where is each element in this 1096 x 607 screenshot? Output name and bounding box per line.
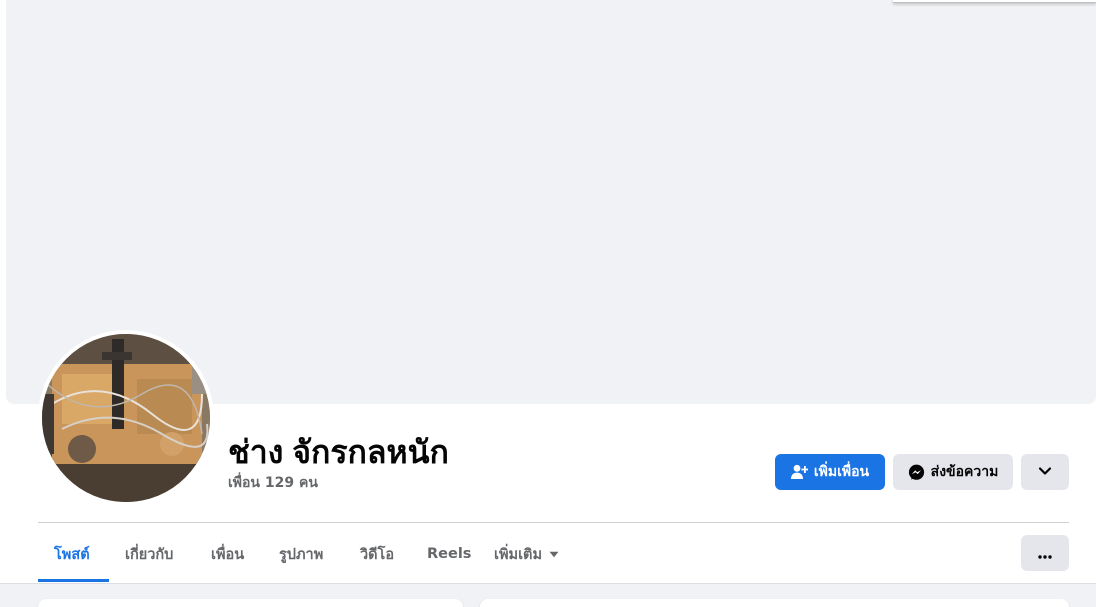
more-options-button[interactable] <box>1021 535 1069 571</box>
tab-posts[interactable]: โพสต์ <box>54 530 90 578</box>
tab-photos[interactable]: รูปภาพ <box>279 530 323 578</box>
profile-header: ช่าง จักรกลหนัก เพื่อน 129 คน เพิ่มเพื่อ… <box>0 0 1096 584</box>
tab-more-label: เพิ่มเติม <box>494 546 543 563</box>
tab-friends-label: เพื่อน <box>211 546 245 563</box>
tab-videos-label: วิดีโอ <box>360 546 395 563</box>
friend-count[interactable]: เพื่อน 129 คน <box>228 472 318 494</box>
send-message-button[interactable]: ส่งข้อความ <box>893 454 1013 490</box>
tab-about-label: เกี่ยวกับ <box>125 546 174 563</box>
chevron-down-icon <box>1038 464 1052 480</box>
caret-down-icon <box>549 551 559 558</box>
header-bottom-border <box>0 583 1096 584</box>
profile-actions-dropdown-button[interactable] <box>1021 454 1069 490</box>
composer-card <box>480 599 1069 607</box>
ellipsis-icon <box>1038 544 1052 563</box>
avatar[interactable] <box>42 334 210 502</box>
tab-posts-label: โพสต์ <box>54 546 90 563</box>
active-tab-indicator <box>38 579 109 582</box>
tab-reels[interactable]: Reels <box>427 530 471 578</box>
add-friend-label: เพิ่มเพื่อน <box>813 464 870 480</box>
top-right-panel-edge <box>893 0 1096 3</box>
tab-friends[interactable]: เพื่อน <box>211 530 244 578</box>
messenger-icon <box>908 464 925 481</box>
engine-photo-avatar <box>42 334 210 502</box>
tab-videos[interactable]: วิดีโอ <box>360 530 394 578</box>
profile-name: ช่าง จักรกลหนัก <box>228 434 449 470</box>
header-divider <box>38 522 1069 523</box>
tab-more[interactable]: เพิ่มเติม <box>494 530 559 578</box>
send-message-label: ส่งข้อความ <box>930 464 999 480</box>
add-person-icon <box>790 464 808 480</box>
intro-card <box>38 599 463 607</box>
tab-about[interactable]: เกี่ยวกับ <box>125 530 173 578</box>
add-friend-button[interactable]: เพิ่มเพื่อน <box>775 454 885 490</box>
tab-reels-label: Reels <box>427 546 472 562</box>
tab-photos-label: รูปภาพ <box>279 546 324 563</box>
